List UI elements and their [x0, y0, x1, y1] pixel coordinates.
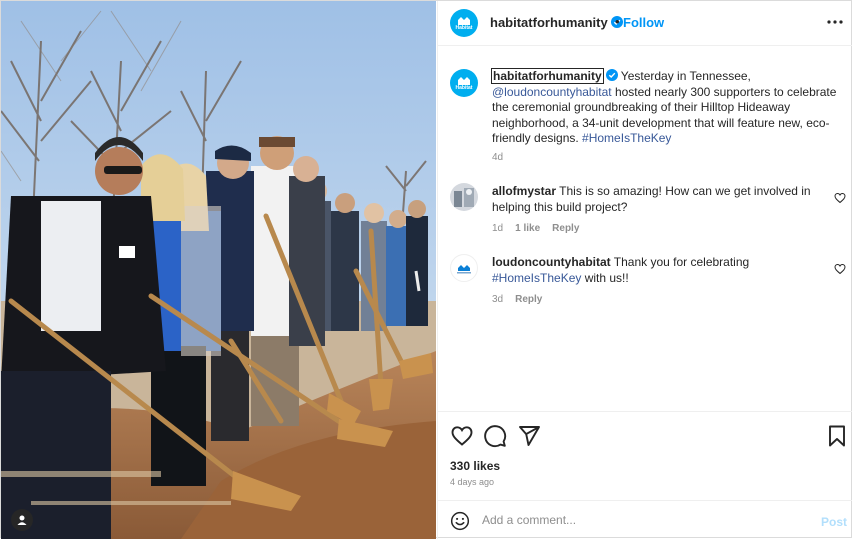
reply-button[interactable]: Reply — [552, 223, 579, 234]
comment-body-2: with us!! — [581, 270, 629, 285]
action-bar — [438, 411, 852, 458]
caption-username[interactable]: habitatforhumanity — [491, 68, 604, 84]
post-header: Habitat habitatforhumanity • Follow — [438, 1, 852, 46]
habitat-logo-icon — [458, 16, 470, 25]
groundbreaking-photo — [1, 1, 436, 539]
avatar-logo-text: Habitat — [455, 24, 473, 31]
avatar[interactable]: Habitat — [450, 9, 478, 37]
tagged-user-icon[interactable] — [11, 509, 33, 531]
post-side-panel: Habitat habitatforhumanity • Follow Habi… — [437, 1, 852, 539]
comment-meta: 3d Reply — [492, 294, 554, 305]
instagram-post: Habitat habitatforhumanity • Follow Habi… — [0, 0, 852, 539]
post-photo[interactable] — [1, 1, 436, 539]
like-heart-icon[interactable] — [450, 424, 474, 448]
share-send-icon[interactable] — [517, 424, 541, 448]
reply-button[interactable]: Reply — [515, 294, 542, 305]
comment-meta: 1d 1 like Reply — [492, 223, 591, 234]
comment-input[interactable] — [482, 510, 802, 530]
caption-body-1: Yesterday in Tennessee, — [620, 69, 751, 83]
comment-bubble-icon[interactable] — [483, 424, 507, 448]
follow-button[interactable]: Follow — [623, 15, 664, 30]
comment-likes[interactable]: 1 like — [515, 223, 540, 234]
save-bookmark-icon[interactable] — [825, 424, 849, 448]
caption-mention-link[interactable]: @loudoncountyhabitat — [492, 85, 612, 99]
commenter-avatar[interactable] — [450, 254, 478, 282]
caption-avatar[interactable]: Habitat — [450, 69, 478, 97]
comments-list[interactable]: Habitat habitatforhumanity Yesterday in … — [438, 46, 852, 411]
comment-hashtag-link[interactable]: #HomeIsTheKey — [492, 271, 581, 285]
like-comment-heart-icon[interactable] — [834, 263, 846, 275]
post-comment-button[interactable]: Post — [821, 515, 847, 529]
emoji-icon[interactable] — [450, 511, 470, 531]
commenter-avatar[interactable] — [450, 183, 478, 211]
comment-time[interactable]: 3d — [492, 294, 503, 305]
habitat-logo-icon — [458, 76, 470, 85]
username-text[interactable]: habitatforhumanity — [490, 15, 608, 30]
comment-text: loudoncountyhabitat Thank you for celebr… — [492, 255, 822, 286]
comment-text: allofmystar This is so amazing! How can … — [492, 184, 822, 215]
like-comment-heart-icon[interactable] — [834, 192, 846, 204]
commenter-username[interactable]: loudoncountyhabitat — [492, 255, 611, 269]
separator-dot: • — [615, 14, 620, 29]
caption-hashtag-link[interactable]: #HomeIsTheKey — [582, 131, 671, 145]
header-username[interactable]: habitatforhumanity — [490, 15, 623, 30]
commenter-username[interactable]: allofmystar — [492, 184, 556, 198]
verified-badge-icon — [605, 69, 618, 81]
post-timestamp[interactable]: 4 days ago — [450, 477, 494, 487]
more-horizontal-icon[interactable] — [826, 13, 844, 31]
caption-text: habitatforhumanity Yesterday in Tennesse… — [491, 68, 837, 147]
add-comment-bar: Post — [438, 500, 852, 540]
caption-timestamp[interactable]: 4d — [492, 152, 503, 163]
comment-time[interactable]: 1d — [492, 223, 503, 234]
likes-count[interactable]: 330 likes — [450, 459, 500, 473]
comment-body-1: Thank you for celebrating — [613, 255, 750, 269]
avatar-logo-text: Habitat — [455, 84, 473, 91]
